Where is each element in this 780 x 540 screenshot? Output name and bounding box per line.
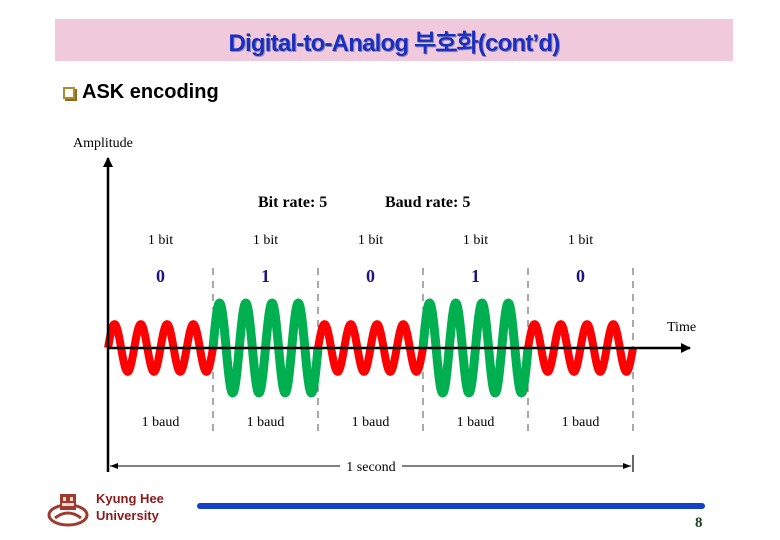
bit-duration-label: 1 bit bbox=[463, 233, 488, 248]
x-axis-label: Time bbox=[667, 320, 696, 335]
baud-label: 1 baud bbox=[457, 415, 495, 430]
bit-value: 1 bbox=[261, 266, 270, 286]
bit-value: 0 bbox=[576, 266, 585, 286]
duration-label: 1 second bbox=[346, 460, 395, 475]
baud-label: 1 baud bbox=[352, 415, 390, 430]
bit-value: 0 bbox=[156, 266, 165, 286]
university-logo-icon bbox=[47, 494, 89, 527]
page-number: 8 bbox=[695, 515, 703, 531]
baud-rate-label: Baud rate: 5 bbox=[385, 194, 470, 211]
bit-duration-label: 1 bit bbox=[148, 233, 173, 248]
bit-value: 1 bbox=[471, 266, 480, 286]
university-line-1: Kyung Hee bbox=[96, 491, 164, 506]
y-axis-label: Amplitude bbox=[73, 136, 133, 151]
bit-value: 0 bbox=[366, 266, 375, 286]
bit-duration-label: 1 bit bbox=[253, 233, 278, 248]
baud-label: 1 baud bbox=[247, 415, 285, 430]
university-name: Kyung Hee University bbox=[96, 490, 164, 524]
bit-duration-label: 1 bit bbox=[568, 233, 593, 248]
baud-label: 1 baud bbox=[562, 415, 600, 430]
footer-divider-bar bbox=[197, 503, 705, 509]
ask-diagram: Amplitude Time Bit rate: 5 Baud rate: 5 … bbox=[73, 136, 696, 475]
bit-duration-label: 1 bit bbox=[358, 233, 383, 248]
bit-rate-label: Bit rate: 5 bbox=[258, 194, 327, 211]
baud-label: 1 baud bbox=[142, 415, 180, 430]
university-line-2: University bbox=[96, 508, 159, 523]
